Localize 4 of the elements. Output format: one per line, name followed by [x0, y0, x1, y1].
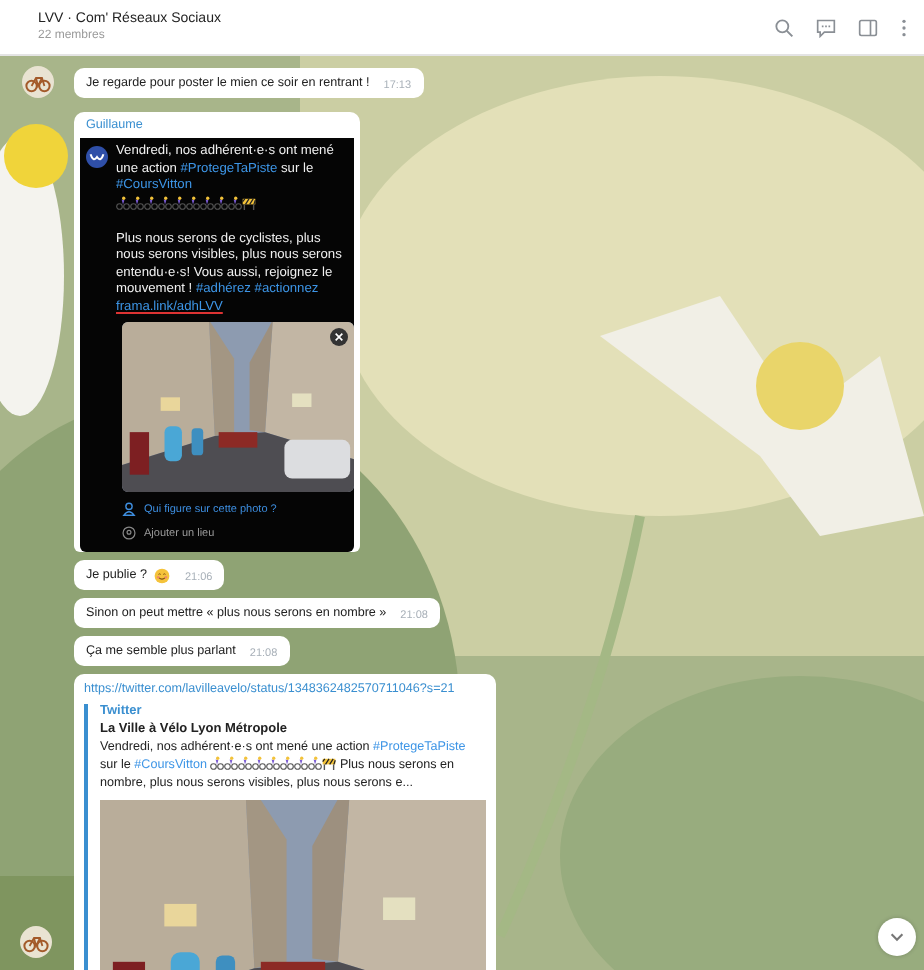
search-icon[interactable]	[774, 17, 794, 37]
sidebar-icon[interactable]	[858, 17, 878, 37]
more-icon[interactable]	[900, 17, 908, 37]
comment-icon[interactable]	[816, 17, 836, 37]
